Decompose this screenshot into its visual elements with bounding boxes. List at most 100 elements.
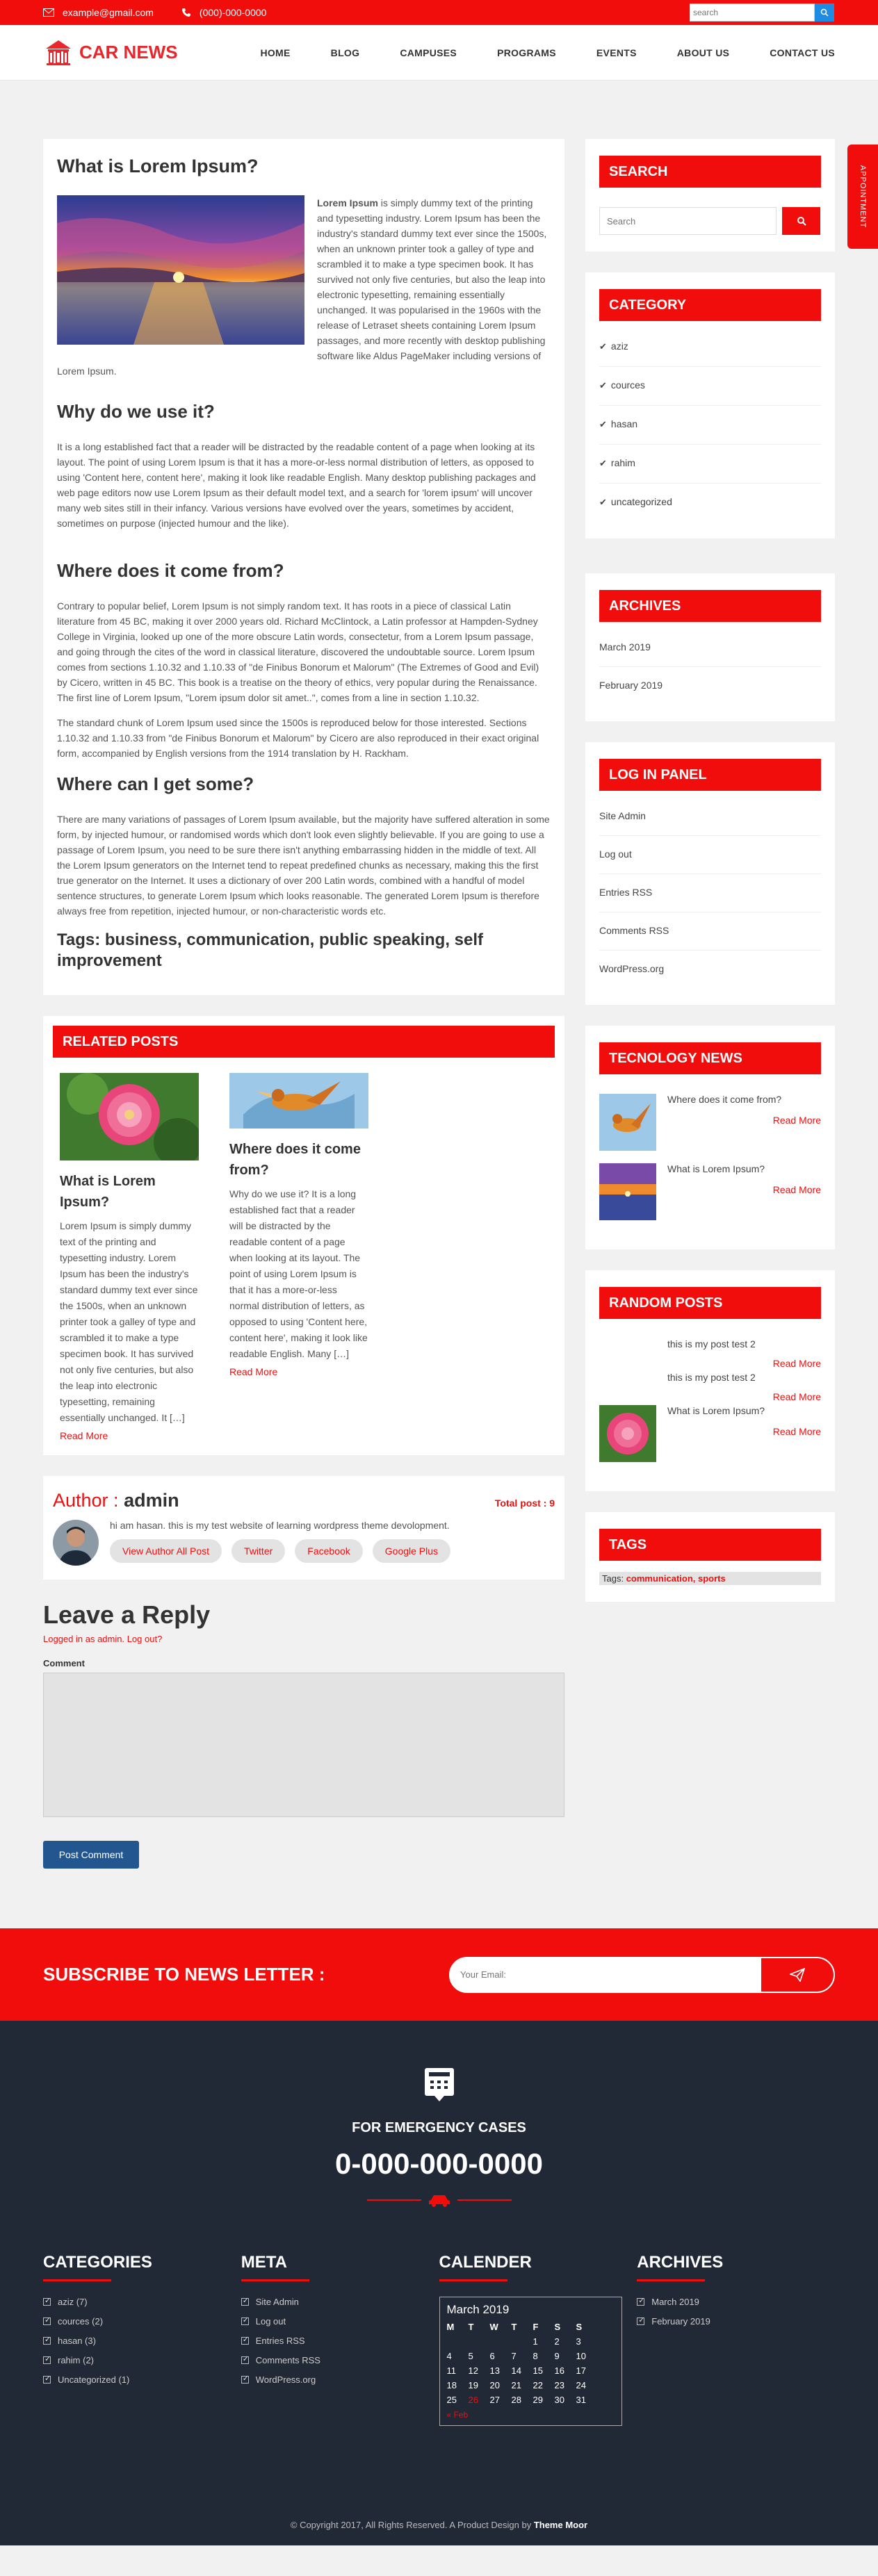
bird-image[interactable]: [229, 1073, 368, 1129]
calendar-day[interactable]: 9: [555, 2349, 576, 2363]
news-title[interactable]: Where does it come from?: [667, 1094, 821, 1105]
calendar-day[interactable]: 21: [512, 2378, 533, 2393]
news-title[interactable]: this is my post test 2: [667, 1372, 821, 1383]
flower-thumb[interactable]: [599, 1405, 656, 1462]
comment-textarea[interactable]: [43, 1673, 564, 1817]
footer-archive-link[interactable]: March 2019: [637, 2296, 835, 2307]
archive-link[interactable]: March 2019: [599, 641, 821, 667]
calendar-day[interactable]: 30: [555, 2393, 576, 2407]
logged-in-link[interactable]: Logged in as admin. Log out?: [43, 1634, 564, 1644]
calendar-day[interactable]: 31: [576, 2393, 598, 2407]
calendar-day[interactable]: 17: [576, 2363, 598, 2378]
category-link[interactable]: rahim: [599, 445, 821, 484]
calendar-day[interactable]: 4: [447, 2349, 469, 2363]
calendar-day[interactable]: 13: [490, 2363, 512, 2378]
calendar-day[interactable]: 22: [533, 2378, 555, 2393]
top-search-input[interactable]: [690, 3, 815, 22]
view-author-posts-button[interactable]: View Author All Post: [110, 1539, 222, 1563]
news-title[interactable]: What is Lorem Ipsum?: [667, 1405, 821, 1416]
nav-programs[interactable]: PROGRAMS: [497, 47, 556, 58]
read-more-link[interactable]: Read More: [667, 1358, 821, 1369]
brand-link[interactable]: Theme Moor: [534, 2520, 587, 2530]
calendar-day[interactable]: 18: [447, 2378, 469, 2393]
author-name[interactable]: admin: [124, 1490, 179, 1511]
related-item-title[interactable]: Where does it come from?: [229, 1139, 368, 1181]
sunset-thumb[interactable]: [599, 1163, 656, 1220]
calendar-day[interactable]: 26: [469, 2393, 490, 2407]
calendar-day[interactable]: 23: [555, 2378, 576, 2393]
calendar-day[interactable]: 27: [490, 2393, 512, 2407]
calendar-day[interactable]: 28: [512, 2393, 533, 2407]
meta-link[interactable]: Log out: [599, 836, 821, 874]
calendar-day[interactable]: 19: [469, 2378, 490, 2393]
footer-archive-link[interactable]: February 2019: [637, 2315, 835, 2327]
emergency-phone[interactable]: 0-000-000-0000: [0, 2147, 878, 2181]
top-search-button[interactable]: [815, 3, 834, 22]
bird-thumb[interactable]: [599, 1094, 656, 1151]
calendar-day[interactable]: 8: [533, 2349, 555, 2363]
category-link[interactable]: hasan: [599, 406, 821, 445]
calendar-day[interactable]: 16: [555, 2363, 576, 2378]
read-more-link[interactable]: Read More: [229, 1366, 368, 1377]
site-logo[interactable]: CAR NEWS: [43, 38, 178, 68]
nav-blog[interactable]: BLOG: [331, 47, 360, 58]
news-title[interactable]: this is my post test 2: [667, 1338, 821, 1349]
news-title[interactable]: What is Lorem Ipsum?: [667, 1163, 821, 1174]
read-more-link[interactable]: Read More: [667, 1115, 821, 1126]
read-more-link[interactable]: Read More: [667, 1184, 821, 1195]
footer-category-link[interactable]: cources (2): [43, 2315, 241, 2327]
calendar-day[interactable]: 1: [533, 2334, 555, 2349]
read-more-link[interactable]: Read More: [667, 1391, 821, 1402]
calendar-day[interactable]: 14: [512, 2363, 533, 2378]
nav-about-us[interactable]: ABOUT US: [677, 47, 730, 58]
phone-item[interactable]: (000)-000-0000: [181, 7, 266, 18]
footer-category-link[interactable]: rahim (2): [43, 2354, 241, 2365]
email-item[interactable]: example@gmail.com: [43, 7, 154, 18]
calendar-day[interactable]: 7: [512, 2349, 533, 2363]
meta-link[interactable]: Entries RSS: [599, 874, 821, 912]
meta-link[interactable]: Site Admin: [599, 810, 821, 836]
footer-meta-link[interactable]: Site Admin: [241, 2296, 439, 2307]
appointment-tab[interactable]: APPOINTMENT: [847, 145, 878, 249]
related-item-title[interactable]: What is Lorem Ipsum?: [60, 1171, 199, 1213]
nav-campuses[interactable]: CAMPUSES: [400, 47, 457, 58]
footer-meta-link[interactable]: Log out: [241, 2315, 439, 2327]
google-plus-button[interactable]: Google Plus: [372, 1539, 451, 1563]
tag-links[interactable]: communication, sports: [626, 1573, 726, 1584]
calendar-day[interactable]: 5: [469, 2349, 490, 2363]
twitter-button[interactable]: Twitter: [231, 1539, 286, 1563]
read-more-link[interactable]: Read More: [60, 1430, 199, 1441]
footer-category-link[interactable]: Uncategorized (1): [43, 2374, 241, 2385]
meta-link[interactable]: WordPress.org: [599, 951, 821, 988]
calendar-day[interactable]: 12: [469, 2363, 490, 2378]
archive-link[interactable]: February 2019: [599, 667, 821, 705]
calendar-prev-link[interactable]: « Feb: [447, 2410, 615, 2420]
calendar-day[interactable]: 10: [576, 2349, 598, 2363]
footer-meta-link[interactable]: Entries RSS: [241, 2335, 439, 2346]
sidebar-search-button[interactable]: [782, 207, 820, 235]
post-comment-button[interactable]: Post Comment: [43, 1841, 139, 1869]
nav-events[interactable]: EVENTS: [596, 47, 637, 58]
calendar-day[interactable]: 25: [447, 2393, 469, 2407]
footer-category-link[interactable]: aziz (7): [43, 2296, 241, 2307]
footer-meta-link[interactable]: Comments RSS: [241, 2354, 439, 2365]
calendar-day[interactable]: 2: [555, 2334, 576, 2349]
footer-category-link[interactable]: hasan (3): [43, 2335, 241, 2346]
sidebar-search-input[interactable]: [599, 207, 777, 235]
calendar-day[interactable]: 20: [490, 2378, 512, 2393]
calendar-day[interactable]: 15: [533, 2363, 555, 2378]
calendar-day[interactable]: 24: [576, 2378, 598, 2393]
read-more-link[interactable]: Read More: [667, 1426, 821, 1437]
calendar-day[interactable]: 29: [533, 2393, 555, 2407]
category-link[interactable]: cources: [599, 367, 821, 406]
newsletter-submit-button[interactable]: [761, 1958, 834, 1992]
flower-image[interactable]: [60, 1073, 202, 1167]
category-link[interactable]: uncategorized: [599, 484, 821, 522]
calendar-day[interactable]: 6: [490, 2349, 512, 2363]
facebook-button[interactable]: Facebook: [295, 1539, 363, 1563]
footer-meta-link[interactable]: WordPress.org: [241, 2374, 439, 2385]
calendar-day[interactable]: 11: [447, 2363, 469, 2378]
meta-link[interactable]: Comments RSS: [599, 912, 821, 951]
category-link[interactable]: aziz: [599, 341, 821, 367]
calendar-day[interactable]: 3: [576, 2334, 598, 2349]
